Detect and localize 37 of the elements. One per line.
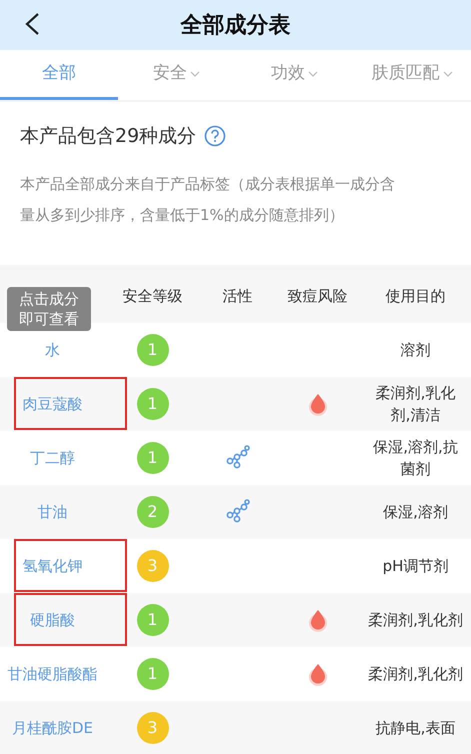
back-icon[interactable] [24, 12, 40, 36]
purpose-text: 柔润剂,乳化剂 [368, 610, 463, 630]
purpose-text: 保湿,溶剂 [383, 502, 448, 522]
tab[interactable]: 肤质匹配 [353, 50, 471, 100]
purpose-text: 保湿,溶剂,抗菌剂 [372, 436, 459, 480]
safety-badge: 1 [136, 604, 168, 636]
safety-badge: 1 [136, 442, 168, 474]
safety-badge: 1 [136, 334, 168, 366]
purpose-text: 溶剂 [400, 340, 430, 360]
purpose-text: 抗静电,表面 [376, 718, 456, 738]
help-icon[interactable] [204, 125, 226, 148]
safety-badge: 2 [136, 496, 168, 528]
tab[interactable]: 功效 [236, 50, 354, 100]
column-header: 致痘风险 [288, 286, 348, 308]
safety-badge: 1 [136, 658, 168, 690]
safety-badge: 3 [136, 712, 168, 744]
ingredient-link[interactable]: 硬脂酸 [30, 610, 75, 630]
purpose-text: 柔润剂,乳化剂 [368, 664, 463, 684]
column-header: 使用目的 [386, 286, 446, 308]
column-header: 活性 [222, 286, 252, 308]
ingredient-link[interactable]: 肉豆蔻酸 [22, 394, 82, 414]
ingredient-link[interactable]: 水 [45, 340, 60, 360]
safety-badge: 3 [136, 550, 168, 582]
purpose-text: pH调节剂 [382, 556, 448, 576]
tab[interactable]: 安全 [118, 50, 236, 100]
ingredient-link[interactable]: 甘油 [38, 502, 68, 522]
ingredient-link[interactable]: 月桂酰胺DE [12, 718, 94, 738]
page-title: 全部成分表 [180, 12, 290, 40]
summary-description: 本产品全部成分来自于产品标签（成分表根据单一成分含量从多到少排序，含量低于1%的成分随意排列） [20, 174, 396, 226]
ingredient-link[interactable]: 氢氧化钾 [22, 556, 82, 576]
column-header: 安全等级 [122, 286, 182, 308]
safety-badge: 1 [136, 388, 168, 420]
ingredient-link[interactable]: 甘油硬脂酸酯 [8, 664, 98, 684]
purpose-text: 柔润剂,乳化剂,清洁 [374, 382, 456, 426]
summary-title: 本产品包含29种成分 [20, 124, 196, 149]
tooltip: 点击成分即可查看 [7, 286, 91, 330]
ingredient-link[interactable]: 丁二醇 [30, 448, 75, 468]
